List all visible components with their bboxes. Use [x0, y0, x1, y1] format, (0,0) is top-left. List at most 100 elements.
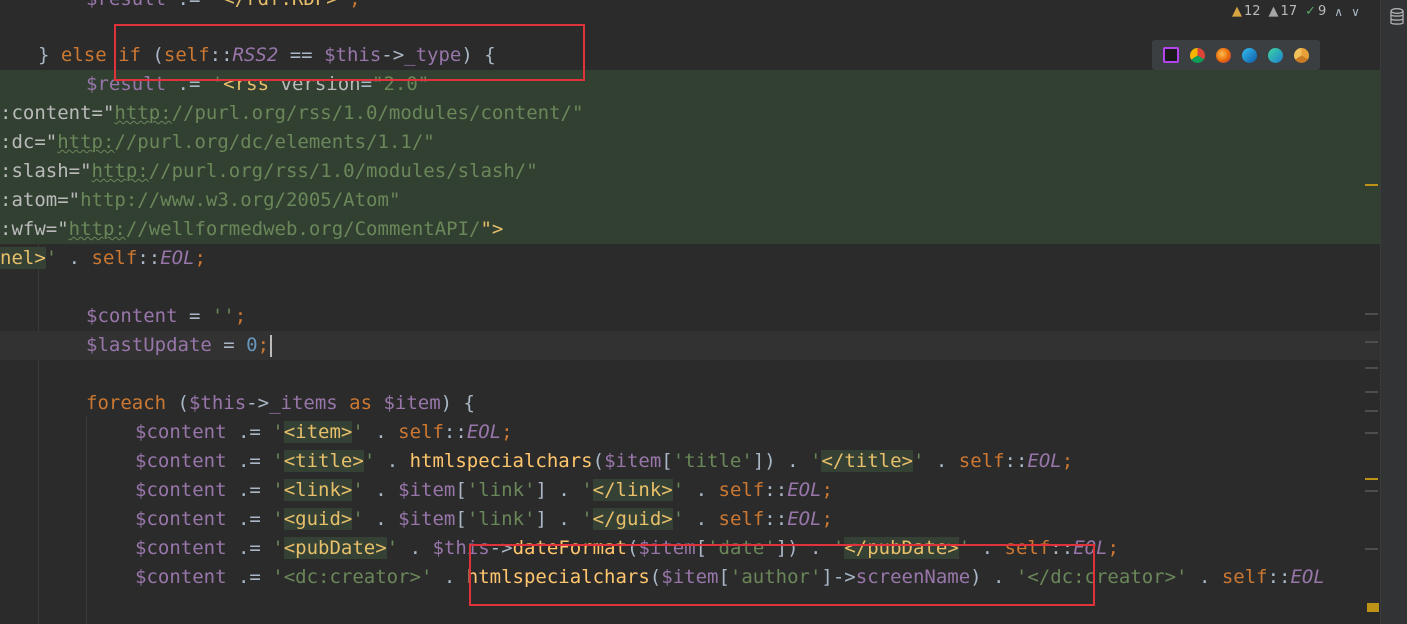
warnings-count: 12 — [1244, 4, 1261, 19]
code-line[interactable]: $content .= '<link>' . $item['link'] . '… — [0, 476, 1380, 505]
code-line[interactable]: :dc="http://purl.org/dc/elements/1.1/" — [0, 128, 1380, 157]
code-token: :: — [443, 421, 467, 443]
code-token: EOL — [787, 479, 822, 501]
code-token: http: — [68, 218, 126, 240]
code-token: :: — [137, 247, 161, 269]
code-token: .= — [226, 508, 273, 530]
code-line[interactable]: foreach ($this->_items as $item) { — [0, 389, 1380, 418]
code-line[interactable]: $result .= '</rdf:RDF>'; — [0, 0, 1380, 14]
code-token: ' — [352, 508, 364, 530]
code-token: http://www.w3.org/2005/Atom — [80, 189, 389, 211]
code-token: . — [363, 421, 399, 443]
code-token: //purl.org/rss/1.0/modules/content/ — [171, 102, 572, 124]
code-token: :dc=" — [0, 131, 58, 153]
code-token: ' — [272, 450, 284, 472]
check-icon: ✓ — [1305, 4, 1316, 19]
database-icon[interactable] — [1390, 8, 1404, 26]
code-token: _items — [269, 392, 338, 414]
code-token: = — [177, 305, 212, 327]
code-token: '<dc:creator>' — [272, 566, 433, 588]
code-token: :atom=" — [0, 189, 81, 211]
error-stripe-mark[interactable] — [1365, 490, 1378, 492]
previous-highlight-button[interactable]: ∧ — [1334, 5, 1343, 19]
error-stripe-mark[interactable] — [1365, 313, 1378, 315]
code-token: = — [211, 334, 247, 356]
code-token: . — [375, 450, 410, 472]
code-line[interactable]: $content = ''; — [0, 302, 1380, 331]
inspection-widget[interactable]: ▲ 12 ▲ 17 ✓ 9 ∧ ∨ — [1232, 4, 1360, 19]
code-token: htmlspecialchars — [409, 450, 593, 472]
scroll-thumb[interactable] — [1367, 603, 1379, 612]
code-token: 0 — [246, 334, 258, 356]
next-highlight-button[interactable]: ∨ — [1351, 5, 1360, 19]
text-caret — [270, 334, 273, 357]
code-token: } — [38, 44, 61, 66]
code-token: . — [684, 479, 719, 501]
code-line[interactable]: :content="http://purl.org/rss/1.0/module… — [0, 99, 1380, 128]
code-token: '' — [211, 305, 235, 327]
code-token: :wfw=" — [0, 218, 69, 240]
code-token: <link> — [283, 479, 353, 501]
error-stripe-mark[interactable] — [1365, 184, 1378, 186]
code-editor[interactable]: $result .= '</rdf:RDF>'; } else if (self… — [0, 0, 1380, 624]
code-token: $item — [398, 508, 456, 530]
error-stripe-mark[interactable] — [1365, 548, 1378, 550]
code-token: </rdf:RDF> — [223, 0, 337, 10]
chrome-icon[interactable] — [1190, 47, 1206, 63]
code-token: ; — [1061, 450, 1074, 472]
code-token: <title> — [283, 450, 364, 472]
code-token: self — [1221, 566, 1268, 588]
code-token: 'link' — [466, 508, 536, 530]
typos-indicator[interactable]: ✓ 9 — [1305, 4, 1326, 19]
edge-icon[interactable] — [1241, 47, 1257, 63]
code-line-current[interactable]: $lastUpdate = 0; — [0, 331, 1380, 360]
typos-count: 9 — [1318, 4, 1327, 19]
code-token: .= — [226, 421, 273, 443]
warnings-indicator[interactable]: ▲ 12 — [1232, 4, 1261, 19]
code-token: ; — [821, 508, 833, 530]
error-stripe-mark[interactable] — [1365, 432, 1378, 434]
firefox-icon[interactable] — [1216, 47, 1232, 63]
code-token: $item — [398, 479, 456, 501]
code-line[interactable]: $content .= '<guid>' . $item['link'] . '… — [0, 505, 1380, 534]
phpstorm-icon[interactable] — [1163, 47, 1180, 63]
chrome-canary-icon[interactable] — [1293, 47, 1309, 63]
code-token: ; — [1107, 537, 1119, 559]
weak-warnings-indicator[interactable]: ▲ 17 — [1269, 4, 1298, 19]
code-token: .= — [226, 537, 273, 559]
code-token: http: — [114, 102, 172, 124]
code-token: :: — [764, 479, 788, 501]
code-line[interactable]: $content .= '<item>' . self::EOL; — [0, 418, 1380, 447]
code-line[interactable]: nel>' . self::EOL; — [0, 244, 1380, 273]
code-token: " — [526, 160, 538, 182]
edge-beta-icon[interactable] — [1267, 47, 1283, 63]
code-token: $content — [135, 508, 227, 530]
error-stripe-mark[interactable] — [1365, 478, 1378, 480]
code-line[interactable]: $content .= '<title>' . htmlspecialchars… — [0, 447, 1380, 476]
code-token: .= — [226, 479, 273, 501]
error-stripe-mark[interactable] — [1365, 391, 1378, 393]
error-stripe-mark[interactable] — [1365, 341, 1378, 343]
code-token: ) { — [440, 392, 475, 414]
code-token: ' — [581, 508, 593, 530]
code-token: .= — [226, 566, 273, 588]
code-token: ' — [581, 479, 593, 501]
code-token: ' — [272, 421, 284, 443]
code-token: self — [958, 450, 1005, 472]
code-line[interactable]: :slash="http://purl.org/rss/1.0/modules/… — [0, 157, 1380, 186]
code-token: else — [60, 44, 119, 66]
code-token: . — [432, 566, 467, 588]
code-token: $result — [86, 0, 166, 10]
code-token: ]) . — [752, 450, 811, 472]
right-tool-strip — [1380, 0, 1407, 624]
code-token: " — [388, 189, 401, 211]
code-token: <guid> — [283, 508, 353, 530]
code-line[interactable]: :wfw="http://wellformedweb.org/CommentAP… — [0, 215, 1380, 244]
error-stripe-mark[interactable] — [1365, 410, 1378, 412]
error-stripe-mark[interactable] — [1365, 367, 1378, 369]
code-token: ' — [272, 537, 284, 559]
code-token: self — [398, 421, 444, 443]
weak-warning-icon: ▲ — [1268, 4, 1279, 19]
code-token: .= — [226, 450, 273, 472]
code-line[interactable]: :atom="http://www.w3.org/2005/Atom" — [0, 186, 1380, 215]
